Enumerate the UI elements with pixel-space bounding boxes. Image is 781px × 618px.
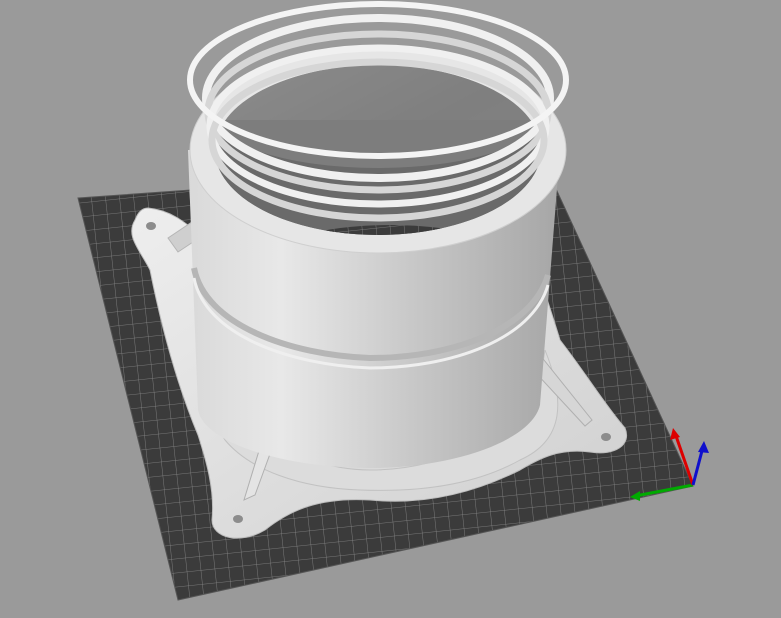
screw-hole bbox=[233, 515, 243, 523]
screw-hole bbox=[601, 433, 611, 441]
z-axis-line bbox=[691, 446, 705, 486]
y-axis-arrow bbox=[670, 428, 680, 440]
z-axis-arrow bbox=[698, 441, 709, 453]
screw-hole bbox=[146, 222, 156, 230]
threaded-tube bbox=[187, 1, 569, 468]
3d-viewport[interactable] bbox=[0, 0, 781, 618]
scene-canvas[interactable] bbox=[0, 0, 781, 618]
